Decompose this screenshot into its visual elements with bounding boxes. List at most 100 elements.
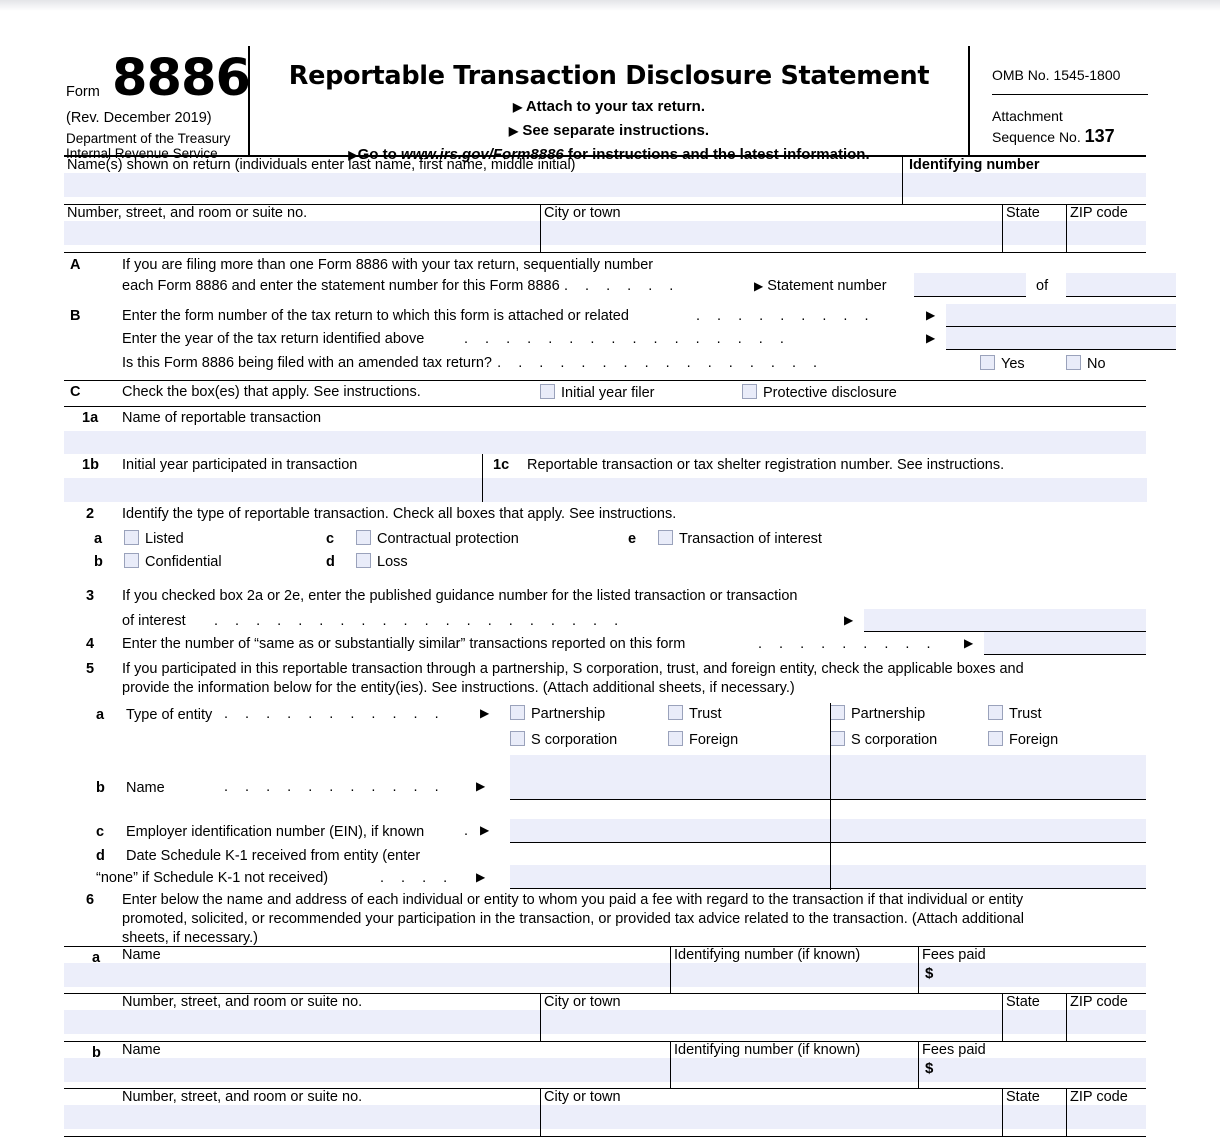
line-6a-fees-input[interactable]: $ bbox=[919, 963, 1146, 987]
line-6b-street-caption: Number, street, and room or suite no. bbox=[122, 1089, 363, 1105]
transaction-of-interest-checkbox[interactable] bbox=[658, 530, 673, 545]
line-6b-name-input[interactable] bbox=[64, 1058, 670, 1082]
entity-col2-foreign-label: Foreign bbox=[1009, 732, 1059, 748]
entity-col2-ein-input[interactable] bbox=[830, 819, 1146, 843]
line-5-text1: If you participated in this reportable t… bbox=[122, 661, 1024, 677]
protective-disclosure-option[interactable]: Protective disclosure bbox=[742, 384, 897, 401]
line-3-input[interactable] bbox=[864, 609, 1146, 632]
entity-col1-scorp-option[interactable]: S corporation bbox=[510, 731, 668, 748]
tax-year-input[interactable] bbox=[946, 327, 1176, 350]
amended-no-option[interactable]: No bbox=[1066, 355, 1106, 372]
line-6a-state-cell: State bbox=[1002, 994, 1066, 1042]
line-6b-city-input[interactable] bbox=[541, 1105, 1002, 1129]
entity-col2-scorp-option[interactable]: S corporation bbox=[830, 731, 988, 748]
amended-yes-checkbox[interactable] bbox=[980, 355, 995, 370]
attachment-sequence: Sequence No. 137 bbox=[992, 126, 1115, 147]
line-2-option-d[interactable]: d Loss bbox=[326, 553, 408, 571]
line-6b-state-caption: State bbox=[1006, 1089, 1040, 1105]
line-6a-city-input[interactable] bbox=[541, 1010, 1002, 1034]
state-input[interactable] bbox=[1003, 221, 1066, 245]
line-4-input[interactable] bbox=[984, 632, 1146, 655]
triangle-icon: ▶ bbox=[480, 706, 490, 720]
entity-col1-name-input[interactable] bbox=[510, 755, 830, 800]
entity-col2-k1-date-input[interactable] bbox=[830, 865, 1146, 889]
entity-col1-scorp-checkbox[interactable] bbox=[510, 731, 525, 746]
form-number-input[interactable] bbox=[946, 304, 1176, 327]
entity-col1-trust-option[interactable]: Trust bbox=[668, 705, 722, 722]
names-input[interactable] bbox=[64, 173, 902, 197]
line-6a-street-caption: Number, street, and room or suite no. bbox=[122, 994, 363, 1010]
entity-col1-k1-date-input[interactable] bbox=[510, 865, 830, 889]
line-6a-identifying-input[interactable] bbox=[671, 963, 918, 987]
line-6b-state-input[interactable] bbox=[1003, 1105, 1066, 1129]
zip-input[interactable] bbox=[1067, 221, 1146, 245]
line-6a-name-row: a Name Identifying number (if known) Fee… bbox=[64, 947, 1146, 994]
listed-checkbox[interactable] bbox=[124, 530, 139, 545]
statement-total-input[interactable] bbox=[1066, 273, 1176, 297]
line-1c-input[interactable] bbox=[483, 478, 1147, 502]
entity-col1-ein-input[interactable] bbox=[510, 819, 830, 843]
line-6a-street-input[interactable] bbox=[64, 1010, 540, 1034]
sequence-number: 137 bbox=[1084, 126, 1115, 146]
line-5b-leader: . . . . . . . . . . . bbox=[224, 779, 446, 795]
line-6a-name-caption: Name bbox=[122, 947, 161, 963]
amended-no-checkbox[interactable] bbox=[1066, 355, 1081, 370]
triangle-icon: ▶ bbox=[926, 331, 936, 345]
entity-col1-trust-checkbox[interactable] bbox=[668, 705, 683, 720]
line-6a-fees-cell: Fees paid $ bbox=[918, 947, 1146, 994]
line-2-option-c[interactable]: c Contractual protection bbox=[326, 530, 519, 548]
line-2-option-e[interactable]: e Transaction of interest bbox=[628, 530, 822, 548]
entity-col2-partnership-checkbox[interactable] bbox=[830, 705, 845, 720]
line-2-option-b[interactable]: b Confidential bbox=[94, 553, 222, 571]
entity-col1-trust-label: Trust bbox=[689, 706, 722, 722]
entity-col2-partnership-label: Partnership bbox=[851, 706, 926, 722]
line-2-option-a[interactable]: a Listed bbox=[94, 530, 184, 548]
contractual-protection-checkbox[interactable] bbox=[356, 530, 371, 545]
line-1a-input[interactable] bbox=[64, 431, 1146, 454]
entity-col2-trust-option[interactable]: Trust bbox=[988, 705, 1042, 722]
initial-year-filer-checkbox[interactable] bbox=[540, 384, 555, 399]
entity-col1-partnership-checkbox[interactable] bbox=[510, 705, 525, 720]
section-b-line2: Enter the year of the tax return identif… bbox=[122, 331, 425, 347]
protective-disclosure-checkbox[interactable] bbox=[742, 384, 757, 399]
form-header: Form 8886 (Rev. December 2019) Departmen… bbox=[64, 46, 1148, 163]
entity-col2-partnership-option[interactable]: Partnership bbox=[830, 705, 988, 722]
statement-number-input[interactable] bbox=[914, 273, 1026, 297]
line-6a-state-input[interactable] bbox=[1003, 1010, 1066, 1034]
line-6b-street-input[interactable] bbox=[64, 1105, 540, 1129]
city-input[interactable] bbox=[541, 221, 1002, 245]
dollar-sign-icon: $ bbox=[925, 965, 934, 982]
entity-col1-foreign-option[interactable]: Foreign bbox=[668, 731, 738, 748]
confidential-checkbox[interactable] bbox=[124, 553, 139, 568]
line-6a-name-input[interactable] bbox=[64, 963, 670, 987]
line-6b-zip-input[interactable] bbox=[1067, 1105, 1146, 1129]
line-6a-zip-cell: ZIP code bbox=[1066, 994, 1146, 1042]
section-a: A If you are filing more than one Form 8… bbox=[64, 253, 1176, 308]
entity-col2-foreign-checkbox[interactable] bbox=[988, 731, 1003, 746]
entity-col2-scorp-checkbox[interactable] bbox=[830, 731, 845, 746]
triangle-icon: ▶ bbox=[844, 613, 854, 627]
attachment-label: Attachment bbox=[992, 108, 1063, 124]
initial-year-filer-option[interactable]: Initial year filer bbox=[540, 384, 654, 401]
entity-col2-name-input[interactable] bbox=[830, 755, 1146, 800]
header-form-identity: Form 8886 (Rev. December 2019) Departmen… bbox=[64, 46, 251, 161]
entity-col2-trust-checkbox[interactable] bbox=[988, 705, 1003, 720]
section-b-line3-leader: . . . . . . . . . . . . . . . . . . . bbox=[434, 355, 824, 371]
line-4-text: Enter the number of “same as or substant… bbox=[122, 636, 686, 652]
line-5-labels: a Type of entity . . . . . . . . . . . ▶ … bbox=[64, 703, 510, 890]
identifying-number-input[interactable] bbox=[903, 173, 1146, 197]
loss-checkbox[interactable] bbox=[356, 553, 371, 568]
line-6a-zip-input[interactable] bbox=[1067, 1010, 1146, 1034]
entity-col2-foreign-option[interactable]: Foreign bbox=[988, 731, 1059, 748]
top-gradient-band bbox=[0, 0, 1220, 11]
entity-col1-partnership-option[interactable]: Partnership bbox=[510, 705, 668, 722]
line-6b-identifying-input[interactable] bbox=[671, 1058, 918, 1082]
line-1b-input[interactable] bbox=[64, 478, 482, 502]
omb-divider bbox=[992, 94, 1148, 95]
line-6a-identifying-caption: Identifying number (if known) bbox=[674, 947, 861, 963]
street-input[interactable] bbox=[64, 221, 540, 245]
line-6b-fees-input[interactable]: $ bbox=[919, 1058, 1146, 1082]
entity-col1-foreign-checkbox[interactable] bbox=[668, 731, 683, 746]
amended-yes-option[interactable]: Yes bbox=[980, 355, 1025, 372]
see-instructions-text: See separate instructions. bbox=[522, 122, 710, 139]
